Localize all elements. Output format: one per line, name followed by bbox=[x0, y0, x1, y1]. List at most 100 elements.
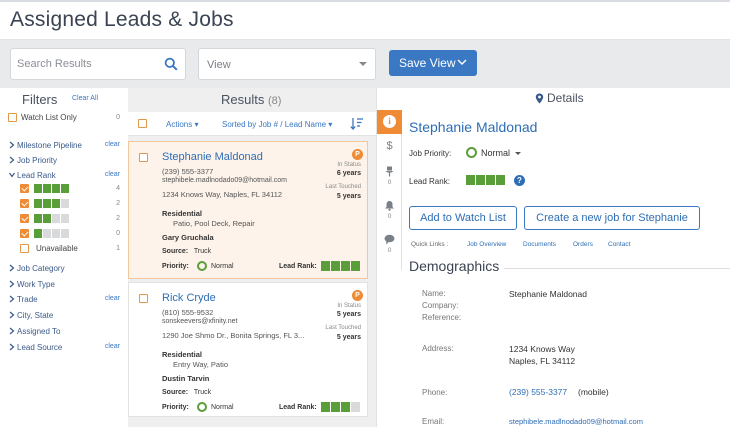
section-divider bbox=[504, 268, 730, 269]
title-bar: Assigned Leads & Jobs bbox=[0, 0, 730, 40]
chevron-right-icon bbox=[9, 327, 15, 335]
filter-label: Job Priority bbox=[17, 156, 58, 165]
filter-lead-rank[interactable]: Lead Rank clear bbox=[0, 169, 128, 183]
rank-checkbox[interactable] bbox=[20, 214, 29, 223]
tab-count: 0 bbox=[387, 213, 392, 220]
chevron-right-icon bbox=[9, 156, 15, 164]
card-job-type: Residential bbox=[162, 350, 203, 359]
card-checkbox[interactable] bbox=[139, 153, 148, 162]
rank-checkbox[interactable] bbox=[20, 229, 29, 238]
phone-link[interactable]: (239) 555-3377 bbox=[509, 387, 567, 397]
watch-list-checkbox[interactable] bbox=[8, 113, 17, 122]
tab-pins[interactable]: 0 bbox=[377, 166, 402, 192]
tab-comments[interactable]: 0 bbox=[377, 234, 402, 260]
view-select[interactable]: View bbox=[198, 48, 376, 80]
priority-badge-icon: P bbox=[352, 290, 363, 301]
actions-dropdown[interactable]: Actions ▾ bbox=[166, 120, 198, 129]
card-name-link[interactable]: Stephanie Maldonad bbox=[162, 151, 263, 163]
filter-job-category[interactable]: Job Category bbox=[0, 262, 128, 276]
tab-alerts[interactable]: 0 bbox=[377, 200, 402, 226]
add-to-watch-list-button[interactable]: Add to Watch List bbox=[409, 206, 517, 230]
create-new-job-button[interactable]: Create a new job for Stephanie bbox=[524, 206, 700, 230]
search-box[interactable] bbox=[10, 48, 186, 80]
rank-checkbox[interactable] bbox=[20, 184, 29, 193]
sort-dropdown[interactable]: Sorted by Job # / Lead Name ▾ bbox=[222, 120, 332, 129]
result-card[interactable]: Stephanie Maldonad (239) 555-3377 stephi… bbox=[128, 141, 368, 279]
rank-bars bbox=[34, 199, 70, 208]
title-bar-accent bbox=[0, 0, 730, 2]
caret-down-icon[interactable] bbox=[515, 152, 521, 155]
filter-clear-link[interactable]: clear bbox=[105, 171, 120, 178]
tab-info[interactable]: i bbox=[377, 110, 402, 134]
chevron-right-icon bbox=[9, 264, 15, 272]
card-name-link[interactable]: Rick Cryde bbox=[162, 292, 216, 304]
card-phone: (810) 555-9532 bbox=[162, 308, 214, 317]
filter-city-state[interactable]: City, State bbox=[0, 309, 128, 323]
card-source-value: Truck bbox=[193, 389, 212, 396]
quick-link-contact[interactable]: Contact bbox=[608, 241, 630, 248]
last-touched-value: 5 years bbox=[336, 334, 361, 341]
lead-rank-option-3[interactable]: 2 bbox=[0, 198, 128, 211]
sort-label: Sorted by Job # / Lead Name bbox=[222, 120, 327, 129]
filter-work-type[interactable]: Work Type bbox=[0, 278, 128, 292]
lead-rank-option-4[interactable]: 4 bbox=[0, 183, 128, 196]
clear-all-link[interactable]: Clear All bbox=[72, 95, 98, 102]
search-icon[interactable] bbox=[164, 57, 178, 71]
quick-link-orders[interactable]: Orders bbox=[573, 241, 593, 248]
result-card[interactable]: Rick Cryde (810) 555-9532 sonskeevers@xf… bbox=[128, 282, 368, 417]
filter-clear-link[interactable]: clear bbox=[105, 343, 120, 350]
filter-trade[interactable]: Trade clear bbox=[0, 293, 128, 307]
filter-clear-link[interactable]: clear bbox=[105, 295, 120, 302]
save-view-label: Save View bbox=[399, 56, 456, 70]
lead-rank-option-unavailable[interactable]: Unavailable 1 bbox=[0, 243, 128, 256]
priority-dot-icon bbox=[197, 402, 207, 412]
card-email: stephibele.madlnodado09@hotmail.com bbox=[162, 177, 288, 184]
quick-link-documents[interactable]: Documents bbox=[523, 241, 556, 248]
quick-links-label: Quick Links : bbox=[411, 241, 449, 248]
details-contact-name[interactable]: Stephanie Maldonad bbox=[409, 119, 537, 135]
details-side-tabs: i $ 0 0 0 bbox=[377, 110, 402, 270]
filter-clear-link[interactable]: clear bbox=[105, 141, 120, 148]
card-job-detail: Entry Way, Patio bbox=[173, 360, 229, 369]
rank-checkbox[interactable] bbox=[20, 244, 29, 253]
email-link[interactable]: stephibele.madlnodado09@hotmail.com bbox=[509, 417, 643, 426]
chevron-right-icon bbox=[9, 141, 15, 149]
help-icon[interactable]: ? bbox=[514, 175, 525, 186]
card-phone: (239) 555-3377 bbox=[162, 167, 214, 176]
in-status-label: In Status bbox=[337, 303, 361, 309]
watch-list-count: 0 bbox=[116, 114, 120, 121]
rank-bars bbox=[34, 184, 70, 193]
caret-down-icon bbox=[359, 62, 367, 66]
sort-order-icon[interactable] bbox=[350, 117, 364, 130]
card-checkbox[interactable] bbox=[139, 294, 148, 303]
company-label: Company: bbox=[422, 301, 459, 310]
page-title: Assigned Leads & Jobs bbox=[10, 8, 234, 31]
info-icon: i bbox=[383, 115, 396, 128]
filters-title: Filters bbox=[22, 92, 58, 107]
lead-rank-bars bbox=[466, 175, 506, 193]
last-touched-label: Last Touched bbox=[325, 325, 361, 331]
address-label: Address: bbox=[422, 344, 454, 353]
search-input[interactable] bbox=[17, 49, 157, 79]
filter-milestone-pipeline[interactable]: Milestone Pipeline clear bbox=[0, 139, 128, 153]
last-touched-value: 5 years bbox=[336, 193, 361, 200]
watch-list-filter[interactable]: Watch List Only 0 bbox=[0, 111, 128, 125]
save-view-button[interactable]: Save View bbox=[389, 50, 477, 76]
card-source-label: Source: bbox=[162, 248, 189, 255]
rank-checkbox[interactable] bbox=[20, 199, 29, 208]
actions-label: Actions bbox=[166, 120, 193, 129]
chevron-down-icon bbox=[9, 172, 15, 178]
job-priority-select[interactable]: Normal bbox=[481, 148, 510, 158]
priority-badge-icon: P bbox=[352, 149, 363, 160]
filter-job-priority[interactable]: Job Priority bbox=[0, 154, 128, 168]
filter-assigned-to[interactable]: Assigned To bbox=[0, 325, 128, 339]
rank-bars bbox=[34, 229, 70, 238]
quick-link-job-overview[interactable]: Job Overview bbox=[467, 241, 506, 248]
rank-count: 0 bbox=[116, 230, 120, 237]
lead-rank-option-1[interactable]: 0 bbox=[0, 228, 128, 241]
dollar-icon: $ bbox=[386, 140, 393, 152]
filter-lead-source[interactable]: Lead Source clear bbox=[0, 341, 128, 355]
select-all-checkbox[interactable] bbox=[138, 119, 147, 128]
lead-rank-option-2[interactable]: 2 bbox=[0, 213, 128, 226]
tab-financials[interactable]: $ bbox=[377, 140, 402, 160]
